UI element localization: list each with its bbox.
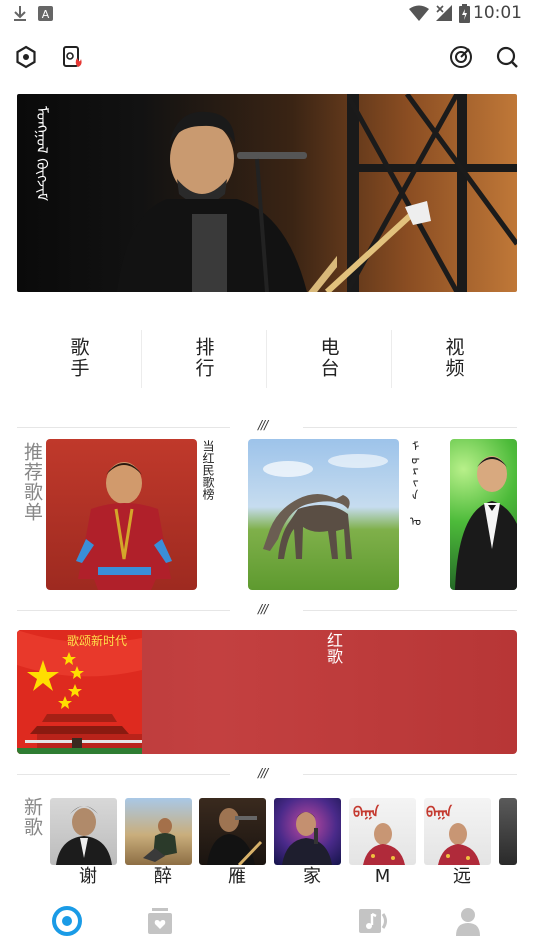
song-cover[interactable] [125,798,192,865]
profile-icon[interactable] [454,906,482,936]
red-banner-title: 红歌 [324,632,343,664]
singer-photo [76,462,172,590]
playlist-card[interactable] [450,439,517,590]
song-title: 醉 [151,866,172,884]
playlist-title: 当红民歌榜 [201,440,215,500]
playlist-card[interactable] [46,439,197,590]
music-disc-icon[interactable] [448,44,474,70]
phone-hot-icon[interactable] [60,44,86,70]
status-time: 10:01 [473,3,522,23]
playlist-card[interactable] [248,439,399,590]
section-divider-line [17,610,230,611]
banner-text: ᠮᠣᠩᠭᠣᠯ ᠬᠦᠭᠵᠢᠮ [33,106,51,202]
new-songs-label: 新歌 [21,797,43,837]
category-singer[interactable]: 歌手 [17,326,141,390]
red-songs-banner[interactable]: 歌颂新时代 红歌 [17,630,517,754]
home-disc-icon[interactable] [50,904,84,938]
favorite-box-icon[interactable] [146,906,174,936]
song-cover[interactable] [274,798,341,865]
song-cover[interactable] [199,798,266,865]
playlist-title: ᠮᠣᠷᠢᠨ ᠤ [406,440,420,526]
download-icon [14,6,26,21]
singer-photo [455,456,517,590]
hexagon-settings-icon[interactable] [13,44,39,70]
song-title: 雁 [225,866,246,884]
status-bar: A 10:01 [0,0,534,28]
song-title: 谢 [76,866,97,884]
signal-icon [436,5,452,21]
singer-photo [117,111,337,292]
cover-text: ᠪᠠᠭᠠ [353,805,380,821]
section-divider-line [17,427,230,428]
music-note-icon[interactable] [358,906,388,936]
category-video[interactable]: 视频 [392,326,516,390]
section-divider-line [303,427,517,428]
section-divider-mark: /// [258,766,268,780]
svg-text:A: A [42,8,50,21]
category-radio[interactable]: 电台 [267,326,391,390]
hero-banner[interactable]: ᠮᠣᠩᠭᠣᠯ ᠬᠦᠭᠵᠢᠮ [17,94,517,292]
section-divider-mark: /// [258,418,268,432]
wifi-icon [409,5,429,21]
horse-photo [263,454,388,559]
battery-icon [459,4,470,23]
song-cover[interactable] [50,798,117,865]
flag-image: 歌颂新时代 [17,630,142,754]
song-cover[interactable] [499,798,517,865]
section-divider-line [17,774,230,775]
section-divider-line [303,774,517,775]
a-notification-icon: A [38,6,53,21]
song-title: 家 [300,866,321,884]
song-title: 远 [450,866,471,884]
category-ranking[interactable]: 排行 [142,326,266,390]
song-cover[interactable]: ᠪᠠᠭᠠ [424,798,491,865]
flag-caption: 歌颂新时代 [67,634,128,648]
song-title: My [372,866,393,892]
search-icon[interactable] [494,44,520,70]
recommend-label: 推荐歌单 [21,442,43,522]
section-divider-line [303,610,517,611]
section-divider-mark: /// [258,602,268,616]
song-cover[interactable]: ᠪᠠᠭᠠ [349,798,416,865]
bottom-nav [0,894,534,950]
cover-text: ᠪᠠᠭᠠ [426,805,453,821]
